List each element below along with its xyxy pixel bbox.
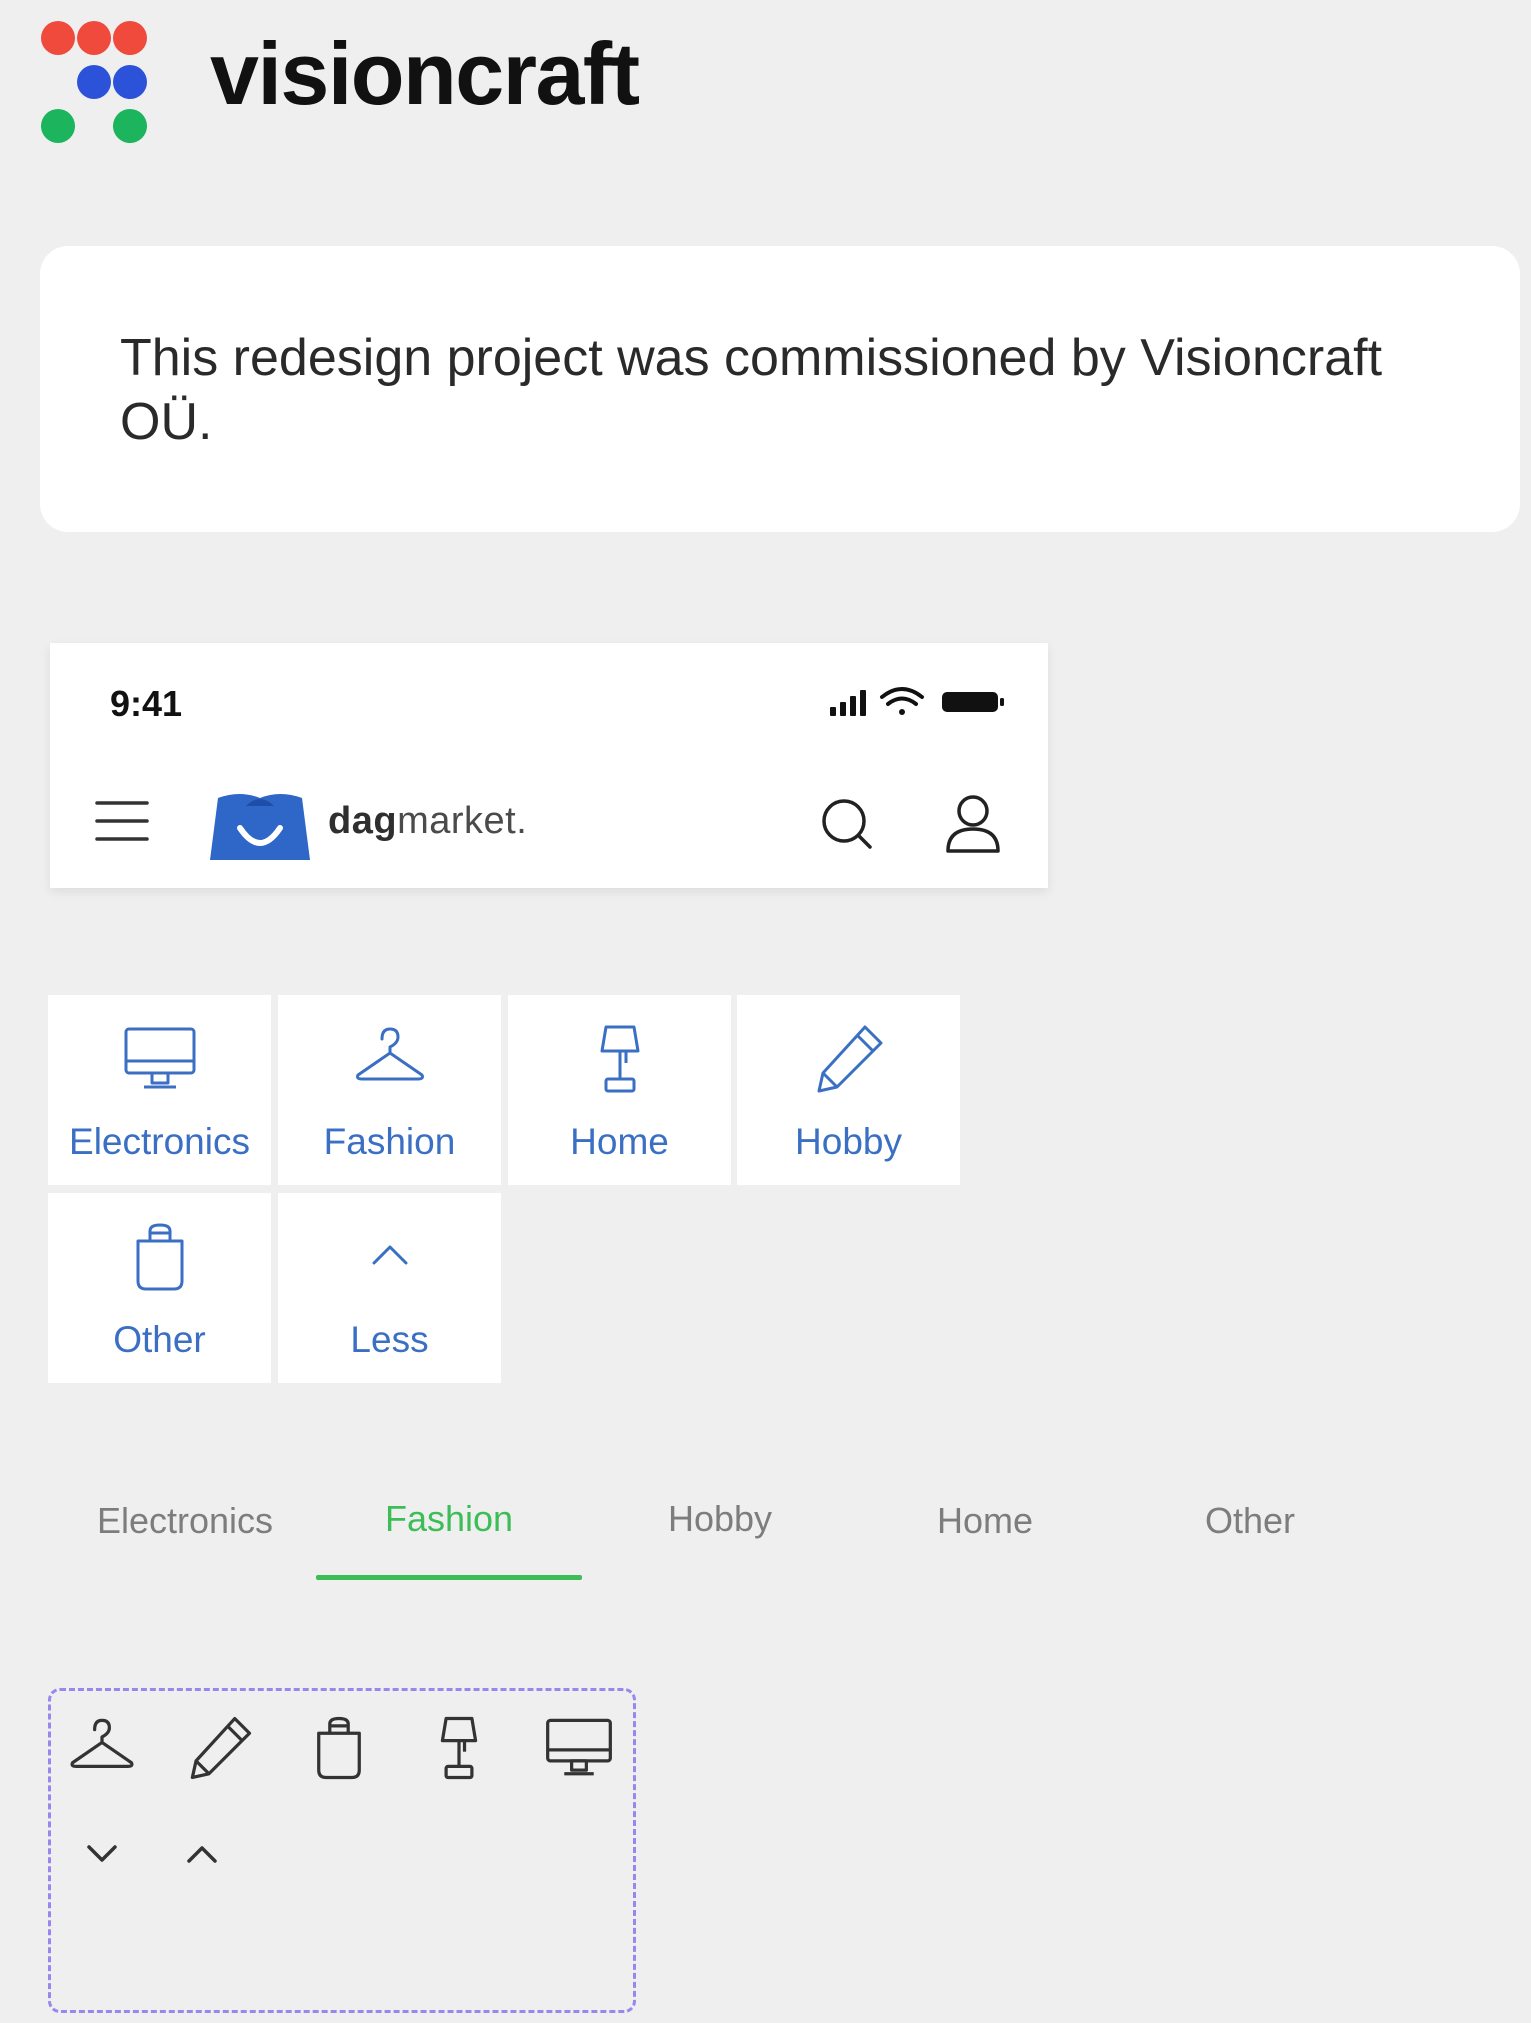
hamburger-menu-icon[interactable]: [94, 798, 150, 844]
app-header-mockup: 9:41 dagmarket.: [50, 643, 1048, 888]
visioncraft-logo: [41, 21, 147, 143]
category-tile-other[interactable]: Other: [48, 1193, 271, 1383]
category-label: Other: [113, 1319, 206, 1360]
category-label: Fashion: [323, 1121, 456, 1162]
info-card: This redesign project was commissioned b…: [40, 246, 1520, 532]
lamp-icon: [440, 1716, 478, 1780]
category-tile-home[interactable]: Home: [508, 995, 731, 1185]
category-label: Home: [570, 1121, 669, 1162]
active-tab-indicator: [316, 1575, 582, 1580]
pencil-icon: [817, 1025, 882, 1093]
app-name: dagmarket.: [328, 800, 527, 843]
icon-sheet: [48, 1688, 636, 2013]
wifi-icon: [880, 687, 924, 715]
tab-other[interactable]: Other: [1130, 1500, 1370, 1560]
app-name-rest: market.: [397, 800, 528, 842]
brand-name: visioncraft: [210, 24, 640, 123]
monitor-icon: [546, 1718, 612, 1776]
app-name-bold: dag: [328, 800, 398, 842]
tab-hobby[interactable]: Hobby: [600, 1498, 840, 1558]
category-tile-hobby[interactable]: Hobby: [737, 995, 960, 1185]
category-label: Electronics: [69, 1121, 250, 1162]
status-time: 9:41: [110, 683, 183, 724]
chevron-down-icon: [87, 1845, 117, 1862]
user-icon[interactable]: [942, 791, 1004, 857]
lamp-icon: [600, 1025, 639, 1093]
category-tile-electronics[interactable]: Electronics: [48, 995, 271, 1185]
dagmarket-logo: [210, 794, 310, 860]
category-tile-fashion[interactable]: Fashion: [278, 995, 501, 1185]
category-label: Hobby: [795, 1121, 902, 1162]
bag-icon: [136, 1223, 183, 1291]
tab-home[interactable]: Home: [870, 1500, 1100, 1560]
category-label: Less: [350, 1319, 429, 1360]
hanger-icon: [70, 1718, 134, 1769]
status-bar-icons: [830, 687, 1004, 716]
chevron-up-icon: [187, 1846, 217, 1863]
pencil-icon: [190, 1716, 252, 1780]
category-tile-less[interactable]: Less: [278, 1193, 501, 1383]
tab-electronics[interactable]: Electronics: [60, 1500, 310, 1560]
tab-fashion[interactable]: Fashion: [316, 1498, 582, 1558]
battery-icon: [942, 692, 1004, 712]
monitor-icon: [124, 1027, 195, 1089]
bag-icon: [317, 1716, 361, 1780]
hanger-icon: [355, 1027, 424, 1081]
signal-icon: [830, 690, 866, 716]
chevron-up-icon: [372, 1245, 407, 1265]
search-icon[interactable]: [816, 793, 878, 855]
info-text: This redesign project was commissioned b…: [120, 329, 1383, 451]
